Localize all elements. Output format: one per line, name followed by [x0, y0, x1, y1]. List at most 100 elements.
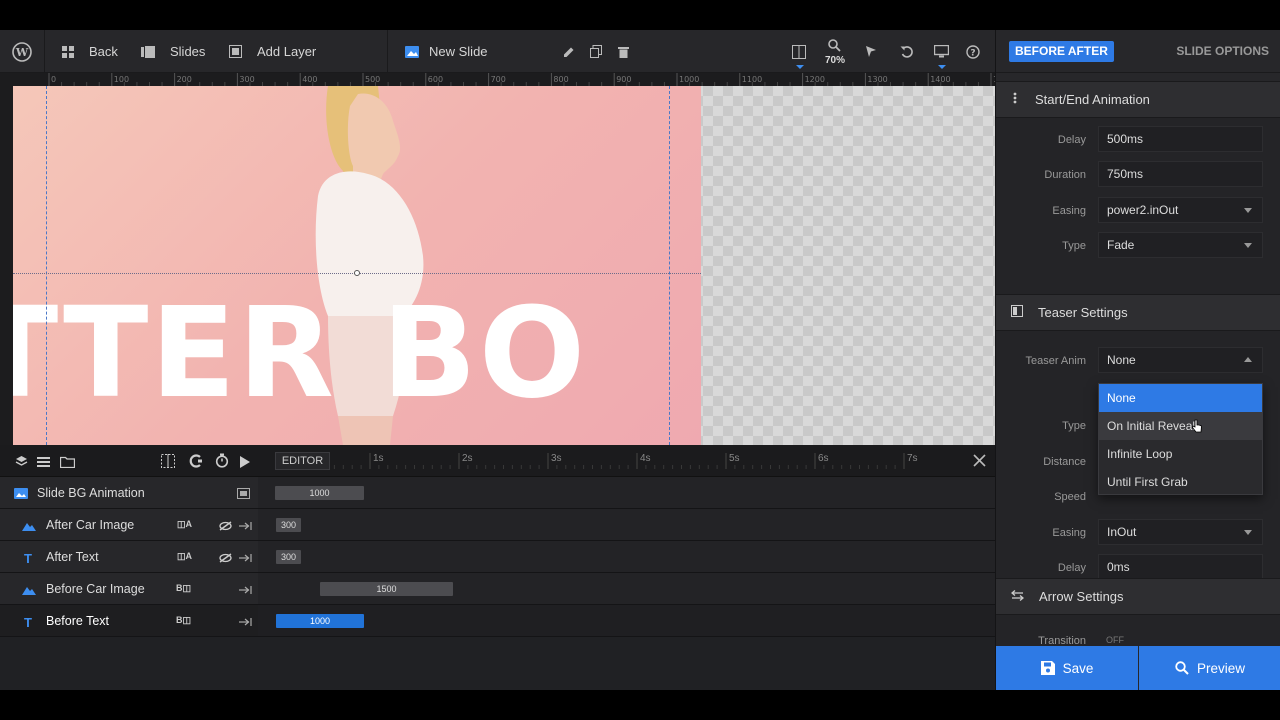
teaser-anim-dropdown[interactable]: None On Initial Reveal Infinite Loop Unt…: [1098, 383, 1263, 495]
delay-field[interactable]: 500ms: [1098, 126, 1263, 152]
track-bar[interactable]: 1000: [275, 486, 364, 500]
floppy-icon: [1040, 661, 1055, 675]
after-split-icon[interactable]: ◫A: [177, 519, 192, 530]
section-title: Teaser Settings: [1038, 305, 1128, 320]
folder-icon[interactable]: [59, 455, 76, 473]
save-button[interactable]: Save: [996, 646, 1138, 690]
timeline-second-label: 2s: [462, 453, 473, 464]
slide-canvas[interactable]: TTER BO: [13, 86, 995, 445]
layer-row-before-car-image[interactable]: Before Car Image B◫: [0, 573, 258, 605]
easing-select[interactable]: power2.inOut: [1098, 197, 1263, 223]
transition-toggle[interactable]: OFF: [1106, 635, 1124, 645]
track-bar[interactable]: 1000: [276, 614, 364, 628]
guide-line-left[interactable]: [46, 86, 47, 445]
track-bar[interactable]: 1500: [320, 582, 453, 596]
track-bar[interactable]: 300: [276, 550, 301, 564]
stopwatch-icon[interactable]: [215, 453, 229, 473]
before-split-icon[interactable]: B◫: [176, 583, 191, 594]
speed-label: Speed: [1054, 491, 1086, 503]
zoom-level[interactable]: 70%: [825, 55, 845, 66]
teaser-icon: [1011, 305, 1023, 320]
teaser-delay-field[interactable]: 0ms: [1098, 554, 1263, 580]
section-arrow-settings[interactable]: Arrow Settings: [996, 578, 1280, 615]
track-row[interactable]: 1000: [258, 477, 995, 509]
ruler-marks: 0 100 200 300 400 500 600 700 800 900 1000 1100 1200…: [48, 73, 995, 86]
back-button[interactable]: Back: [62, 30, 118, 73]
preview-button[interactable]: Preview: [1139, 646, 1280, 690]
after-split-icon[interactable]: ◫A: [177, 551, 192, 562]
layer-row-slide-bg[interactable]: Slide BG Animation: [0, 477, 258, 509]
option-none[interactable]: None: [1099, 384, 1262, 412]
list-icon[interactable]: [37, 455, 50, 473]
ruler-label: 1200: [805, 75, 825, 84]
arrow-end-icon[interactable]: [239, 520, 252, 534]
media-icon[interactable]: [237, 488, 250, 502]
type-select[interactable]: Fade: [1098, 232, 1263, 258]
trash-icon[interactable]: [618, 30, 629, 73]
wordpress-icon[interactable]: W: [12, 30, 32, 73]
slide-name: New Slide: [429, 44, 488, 59]
help-icon[interactable]: ?: [966, 30, 980, 73]
teaser-type-label: Type: [1062, 420, 1086, 432]
ruler-label: 1000: [679, 75, 699, 84]
tab-slide-options[interactable]: SLIDE OPTIONS: [1176, 44, 1269, 58]
easing-label: Easing: [1052, 205, 1086, 217]
center-handle[interactable]: [354, 270, 360, 276]
duplicate-icon[interactable]: [590, 30, 602, 73]
add-layer-button[interactable]: Add Layer: [229, 30, 316, 73]
editor-tag[interactable]: EDITOR: [275, 452, 330, 470]
teaser-easing-select[interactable]: InOut: [1098, 519, 1263, 545]
guide-line-right[interactable]: [669, 86, 670, 445]
ruler-label: 500: [365, 75, 380, 84]
arrow-end-icon[interactable]: [239, 616, 252, 630]
visibility-off-icon[interactable]: [219, 552, 232, 566]
layers-icon[interactable]: [15, 455, 28, 473]
play-icon[interactable]: [240, 455, 250, 473]
track-row[interactable]: 1500: [258, 573, 995, 605]
visibility-off-icon[interactable]: [219, 520, 232, 534]
section-start-end-animation[interactable]: Start/End Animation: [996, 81, 1280, 118]
track-bar[interactable]: 300: [276, 518, 301, 532]
timeline-second-label: 7s: [907, 453, 918, 464]
layer-row-before-text[interactable]: T Before Text B◫: [0, 605, 258, 637]
text-icon: T: [24, 551, 32, 566]
arrow-end-icon[interactable]: [239, 584, 252, 598]
section-title: Arrow Settings: [1039, 589, 1124, 604]
hand-cursor-icon: [1192, 419, 1202, 433]
timeline-empty-area: [0, 637, 995, 690]
undo-icon[interactable]: [900, 30, 913, 73]
close-icon[interactable]: [973, 454, 986, 472]
track-row[interactable]: 300: [258, 541, 995, 573]
rewind-icon[interactable]: [189, 454, 203, 473]
teaser-anim-label: Teaser Anim: [1025, 355, 1086, 367]
option-infinite-loop[interactable]: Infinite Loop: [1099, 440, 1262, 468]
vertical-ruler: [0, 86, 13, 445]
slide-headline[interactable]: TTER BO: [13, 291, 587, 416]
teaser-anim-select[interactable]: None: [1098, 347, 1263, 373]
layer-row-after-car-image[interactable]: After Car Image ◫A: [0, 509, 258, 541]
before-split-icon[interactable]: B◫: [176, 615, 191, 626]
section-teaser-settings[interactable]: Teaser Settings: [996, 294, 1280, 331]
slides-button[interactable]: Slides: [141, 30, 205, 73]
device-caret: [938, 65, 946, 69]
arrow-end-icon[interactable]: [239, 552, 252, 566]
option-on-initial-reveal[interactable]: On Initial Reveal: [1099, 412, 1262, 440]
image-layer-icon: [22, 520, 36, 534]
more-vertical-icon: [1013, 92, 1017, 107]
timeline-seconds: 1s 2s 3s 4s 5s 6s 7s: [333, 453, 918, 469]
edit-icon[interactable]: [563, 30, 575, 73]
slide-selector[interactable]: New Slide: [405, 30, 488, 73]
back-label: Back: [89, 44, 118, 59]
timeline-second-label: 3s: [551, 453, 562, 464]
option-until-first-grab[interactable]: Until First Grab: [1099, 468, 1262, 496]
tab-before-after[interactable]: BEFORE AFTER: [1009, 41, 1114, 62]
track-row[interactable]: 1000: [258, 605, 995, 637]
track-row[interactable]: 300: [258, 509, 995, 541]
cursor-icon[interactable]: [865, 30, 877, 73]
timeline-grid-icon[interactable]: [161, 454, 175, 473]
duration-field[interactable]: 750ms: [1098, 161, 1263, 187]
slides-label: Slides: [170, 44, 206, 59]
layer-row-after-text[interactable]: T After Text ◫A: [0, 541, 258, 573]
add-layer-icon: [229, 45, 242, 58]
slide-background[interactable]: TTER BO: [13, 86, 701, 445]
